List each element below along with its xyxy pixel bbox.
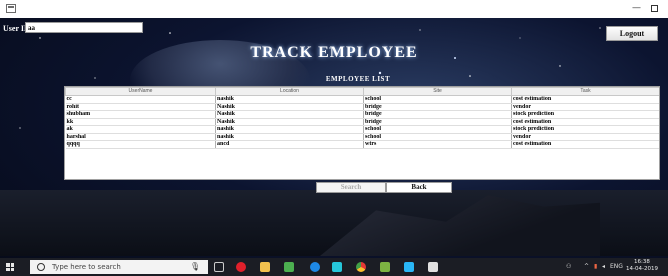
table-row[interactable]: shubham Nashik bridge stock prediction <box>65 110 659 119</box>
app-icon[interactable] <box>380 262 390 272</box>
cell-task: vendor <box>511 133 659 141</box>
volume-icon[interactable]: ◂ <box>602 263 605 270</box>
opera-icon[interactable] <box>236 262 246 272</box>
maximize-button[interactable] <box>651 5 658 12</box>
language-indicator[interactable]: ENG <box>610 263 623 270</box>
cell-task: cost estimation <box>511 95 659 104</box>
cell-task: stock prediction <box>511 125 659 134</box>
store-icon[interactable] <box>284 262 294 272</box>
minimize-button[interactable]: — <box>632 3 641 13</box>
taskbar-clock[interactable]: 16:38 14-04-2019 <box>626 259 658 273</box>
column-header-location[interactable]: Location <box>215 87 364 96</box>
cell-username: harshal <box>65 133 216 141</box>
user-id-field[interactable]: aa <box>25 22 143 33</box>
cell-location: Nashik <box>215 110 364 119</box>
table-row[interactable]: qqqq ancd wtrs cost estimation <box>65 140 659 149</box>
table-header-row: UserName Location Site Task <box>65 87 659 96</box>
cell-location: ancd <box>215 140 364 149</box>
cortana-icon <box>37 263 45 271</box>
chevron-up-icon[interactable]: ^ <box>584 263 589 270</box>
cell-username: rohit <box>65 103 216 111</box>
page-title: TRACK EMPLOYEE <box>250 44 418 61</box>
cell-username: ak <box>65 125 216 134</box>
cell-username: shubham <box>65 110 216 119</box>
cell-task: vendor <box>511 103 659 111</box>
logout-button[interactable]: Logout <box>606 26 658 41</box>
employee-list-title: EMPLOYEE LIST <box>325 75 391 83</box>
taskbar-search-placeholder: Type here to search <box>52 263 121 271</box>
cell-username: cc <box>65 95 216 104</box>
network-icon[interactable]: ▮ <box>594 263 597 270</box>
table-row[interactable]: rohit Nashik bridge vendor <box>65 103 659 111</box>
paint-icon[interactable] <box>332 262 342 272</box>
cell-location: Nashik <box>215 103 364 111</box>
table-row[interactable]: kk Nashik bridge cost estimation <box>65 118 659 126</box>
cell-location: nashik <box>215 95 364 104</box>
column-header-task[interactable]: Task <box>511 87 659 96</box>
app-icon[interactable] <box>428 262 438 272</box>
cell-location: nashik <box>215 125 364 134</box>
back-button[interactable]: Back <box>386 182 452 193</box>
people-icon[interactable]: ⚇ <box>566 263 571 270</box>
cell-site: bridge <box>363 118 512 126</box>
task-view-icon[interactable] <box>214 262 224 272</box>
cell-task: stock prediction <box>511 110 659 119</box>
edge-icon[interactable] <box>310 262 320 272</box>
cell-site: bridge <box>363 110 512 119</box>
cell-site: school <box>363 133 512 141</box>
app-icon[interactable] <box>404 262 414 272</box>
cell-site: school <box>363 125 512 134</box>
taskbar-search-box[interactable]: Type here to search 🎙 <box>30 260 208 274</box>
cell-task: cost estimation <box>511 118 659 126</box>
table-row[interactable]: ak nashik school stock prediction <box>65 125 659 134</box>
cell-username: qqqq <box>65 140 216 149</box>
chrome-icon[interactable] <box>356 262 366 272</box>
microphone-icon[interactable]: 🎙 <box>190 262 200 271</box>
table-row[interactable]: harshal nashik school vendor <box>65 133 659 141</box>
table-row[interactable]: cc nashik school cost estimation <box>65 95 659 104</box>
cell-site: bridge <box>363 103 512 111</box>
file-explorer-icon[interactable] <box>260 262 270 272</box>
title-bar: — <box>0 0 668 18</box>
windows-start-icon[interactable] <box>6 263 14 271</box>
cell-task: cost estimation <box>511 140 659 149</box>
taskbar: Type here to search 🎙 ⚇ ^ ▮ ◂ ENG 16:38 … <box>0 258 668 276</box>
employee-table[interactable]: UserName Location Site Task cc nashik sc… <box>64 86 660 180</box>
clock-time: 16:38 <box>634 259 650 265</box>
cell-location: Nashik <box>215 118 364 126</box>
app-window: — User ID aa Logout TRACK EMPLOYEE EMPLO… <box>0 0 668 276</box>
clock-date: 14-04-2019 <box>626 266 658 272</box>
cell-site: school <box>363 95 512 104</box>
search-button[interactable]: Search <box>316 182 386 193</box>
column-header-username[interactable]: UserName <box>65 87 216 96</box>
app-window-icon <box>6 4 16 13</box>
column-header-site[interactable]: Site <box>363 87 512 96</box>
cell-location: nashik <box>215 133 364 141</box>
cell-username: kk <box>65 118 216 126</box>
cell-site: wtrs <box>363 140 512 149</box>
